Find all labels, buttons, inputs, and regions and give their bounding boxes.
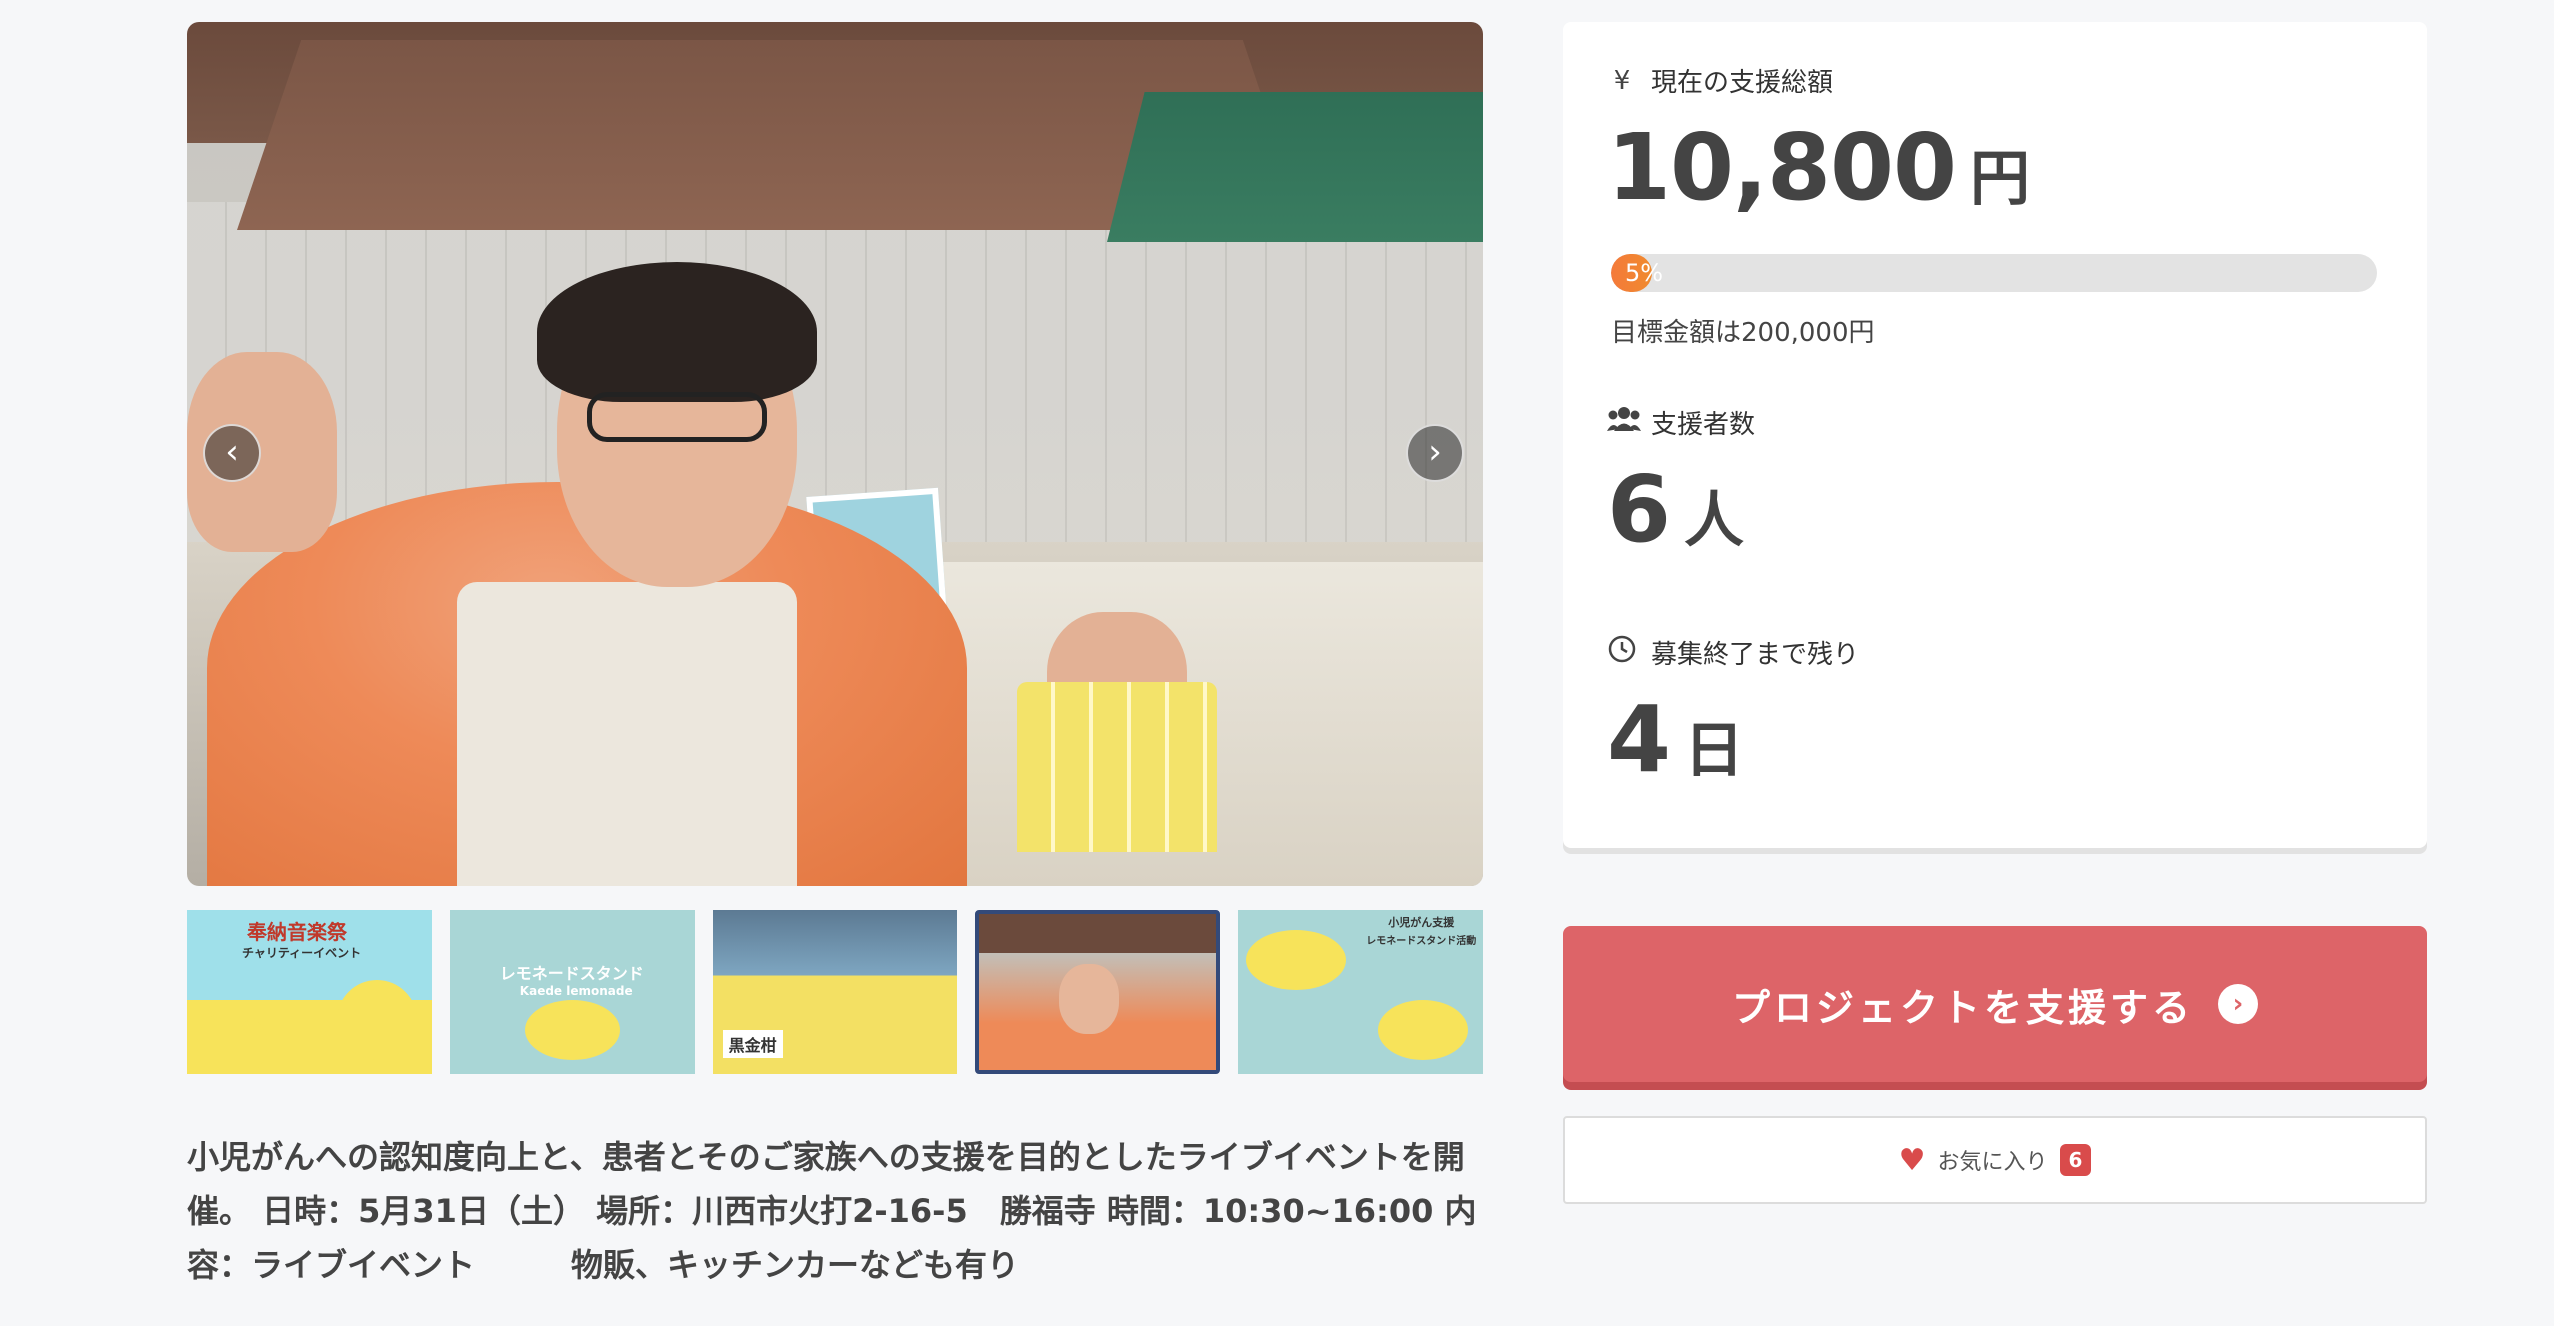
clock-icon xyxy=(1607,635,1637,670)
lemon-graphic xyxy=(1246,930,1347,990)
users-icon xyxy=(1607,406,1641,439)
thumbnail-text: 小児がん支援 xyxy=(1388,916,1455,929)
thumbnail-strip: 奉納音楽祭 チャリティーイベント レモネードスタンド Kaede lemonad… xyxy=(187,910,1483,1074)
total-amount-label-text: 現在の支援総額 xyxy=(1651,68,1834,98)
thumbnail-text: レモネードスタンド活動 xyxy=(1366,936,1477,947)
favorite-label: お気に入り xyxy=(1937,1150,2048,1175)
total-amount-value: 10,800 円 xyxy=(1607,114,2030,221)
remaining-days-number: 4 xyxy=(1607,686,1671,793)
thumbnail-4[interactable] xyxy=(975,910,1221,1074)
project-description: 小児がんへの認知度向上と、患者とそのご家族への支援を目的としたライブイベントを開… xyxy=(187,1138,1477,1284)
thumbnail-text: 黒金柑 xyxy=(722,1030,783,1058)
thumbnail-5[interactable]: 小児がん支援 レモネードスタンド活動 xyxy=(1238,910,1483,1074)
supporters-value: 6人 xyxy=(1607,456,1744,563)
funding-progress-percent: 5% xyxy=(1625,259,1664,287)
gallery-prev-button[interactable]: ‹ xyxy=(203,424,261,482)
yen-icon: ¥ xyxy=(1613,65,1631,96)
supporters-label-text: 支援者数 xyxy=(1651,410,1756,440)
lemon-graphic xyxy=(337,980,417,1060)
supporters-number: 6 xyxy=(1607,456,1671,563)
support-project-label: プロジェクトを支援する xyxy=(1731,985,2194,1030)
thumbnail-2[interactable]: レモネードスタンド Kaede lemonade xyxy=(449,910,695,1074)
total-amount-unit: 円 xyxy=(1970,144,2030,214)
favorite-count-badge: 6 xyxy=(2059,1144,2092,1176)
thumbnail-text: 奉納音楽祭 xyxy=(247,920,347,944)
remaining-days-value: 4日 xyxy=(1607,686,1744,793)
support-project-button[interactable]: プロジェクトを支援する › xyxy=(1563,926,2427,1082)
thumbnail-text: Kaede lemonade xyxy=(519,984,633,998)
thumbnail-text: チャリティーイベント xyxy=(242,946,362,960)
total-amount-label: ¥ 現在の支援総額 xyxy=(1607,62,1833,99)
project-stats-card: ¥ 現在の支援総額 10,800 円 5% 目標金額は200,000円 支援者数 … xyxy=(1563,22,2427,848)
photo-tent-green xyxy=(1107,92,1483,242)
photo-person-apron xyxy=(457,582,797,886)
photo-background-building xyxy=(187,202,1483,542)
photo-person-hair xyxy=(537,262,817,402)
funding-goal-text: 目標金額は200,000円 xyxy=(1611,318,1875,348)
supporters-label: 支援者数 xyxy=(1607,404,1755,441)
total-amount-number: 10,800 xyxy=(1607,114,1957,221)
gallery-next-button[interactable]: › xyxy=(1406,424,1464,482)
favorite-button[interactable]: ♥ お気に入り 6 xyxy=(1563,1116,2427,1204)
lemon-graphic xyxy=(524,1000,620,1060)
remaining-days-label: 募集終了まで残り xyxy=(1607,634,1859,671)
photo-lemonade-bottles xyxy=(1017,682,1217,852)
chevron-left-icon: ‹ xyxy=(225,432,239,472)
remaining-days-label-text: 募集終了まで残り xyxy=(1651,640,1860,670)
thumbnail-text: レモネードスタンド xyxy=(499,964,644,983)
supporters-unit: 人 xyxy=(1684,486,1744,556)
photo-person-glasses xyxy=(587,392,767,442)
main-project-photo xyxy=(187,22,1483,886)
thumbnail-person xyxy=(1059,964,1120,1034)
thumbnail-3[interactable]: 黒金柑 xyxy=(712,910,958,1074)
lemon-graphic xyxy=(197,1010,267,1074)
remaining-days-unit: 日 xyxy=(1684,716,1744,786)
arrow-right-circle-icon: › xyxy=(2218,984,2258,1024)
lemon-graphic xyxy=(1378,1000,1469,1060)
heart-icon: ♥ xyxy=(1898,1142,1926,1178)
chevron-right-icon: › xyxy=(1428,432,1442,472)
thumbnail-1[interactable]: 奉納音楽祭 チャリティーイベント xyxy=(187,910,432,1074)
funding-progress-bar: 5% xyxy=(1611,254,2377,292)
